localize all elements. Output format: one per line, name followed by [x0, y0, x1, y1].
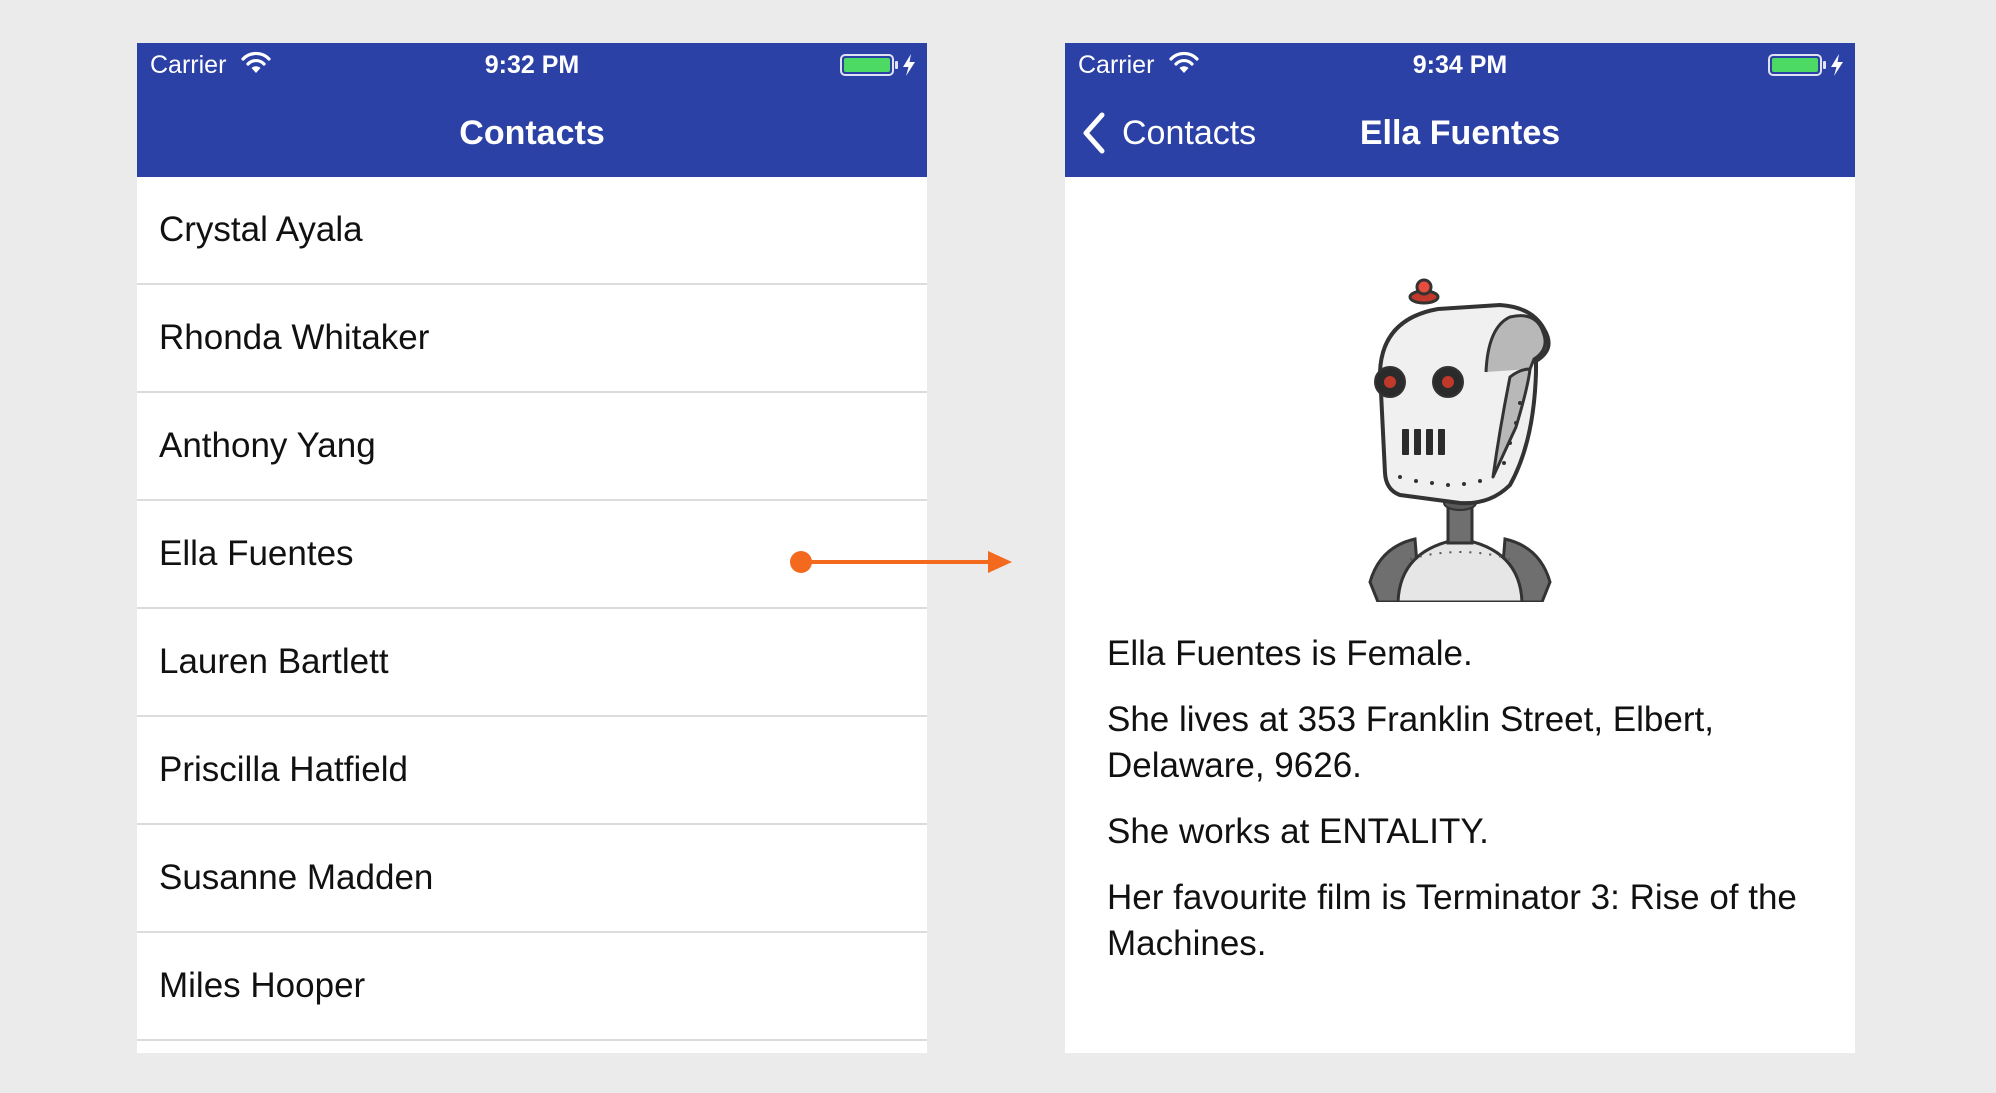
back-button-label: Contacts [1122, 113, 1257, 152]
charging-bolt-icon [1831, 54, 1843, 76]
page-title: Contacts [459, 114, 605, 152]
contact-description: Ella Fuentes is Female. She lives at 353… [1107, 631, 1827, 987]
gender-text: Ella Fuentes is Female. [1107, 634, 1473, 673]
contact-row[interactable]: Anthony Yang [137, 393, 927, 501]
status-time: 9:32 PM [484, 51, 580, 79]
battery-icon [840, 54, 915, 76]
contact-row[interactable]: Susanne Madden [137, 825, 927, 933]
robot-avatar [1368, 278, 1552, 602]
navigation-bar: Carrier 9:32 PM Contacts [137, 43, 927, 177]
chevron-left-icon [1083, 112, 1105, 154]
arrow-right-icon [790, 551, 1012, 573]
contact-row[interactable]: Rhonda Whitaker [137, 285, 927, 393]
contact-row[interactable]: Priscilla Hatfield [137, 717, 927, 825]
navigation-bar: Carrier 9:34 PM Contacts Ella Fuentes [1065, 43, 1855, 177]
page-title: Ella Fuentes [1359, 114, 1561, 152]
charging-bolt-icon [903, 54, 915, 76]
contact-row[interactable]: Miles Hooper [137, 933, 927, 1041]
work-text: She works at ENTALITY. [1107, 812, 1489, 851]
favourite-film-text: Her favourite film is Terminator 3: Rise… [1107, 878, 1797, 963]
status-bar: Carrier 9:32 PM [137, 43, 927, 85]
back-button[interactable]: Contacts [1080, 109, 1256, 157]
contact-row[interactable]: Lauren Bartlett [137, 609, 927, 717]
contact-detail: Ella Fuentes is Female. She lives at 353… [1065, 177, 1855, 1053]
status-bar: Carrier 9:34 PM [1065, 43, 1855, 85]
contact-list: Crystal Ayala Rhonda Whitaker Anthony Ya… [137, 177, 927, 1041]
address-text: She lives at 353 Franklin Street, Elbert… [1107, 700, 1714, 785]
contact-detail-screen: Carrier 9:34 PM Contacts Ella Fuentes El… [1065, 43, 1855, 1053]
contact-row[interactable]: Crystal Ayala [137, 177, 927, 285]
battery-icon [1768, 54, 1843, 76]
status-time: 9:34 PM [1412, 51, 1508, 79]
